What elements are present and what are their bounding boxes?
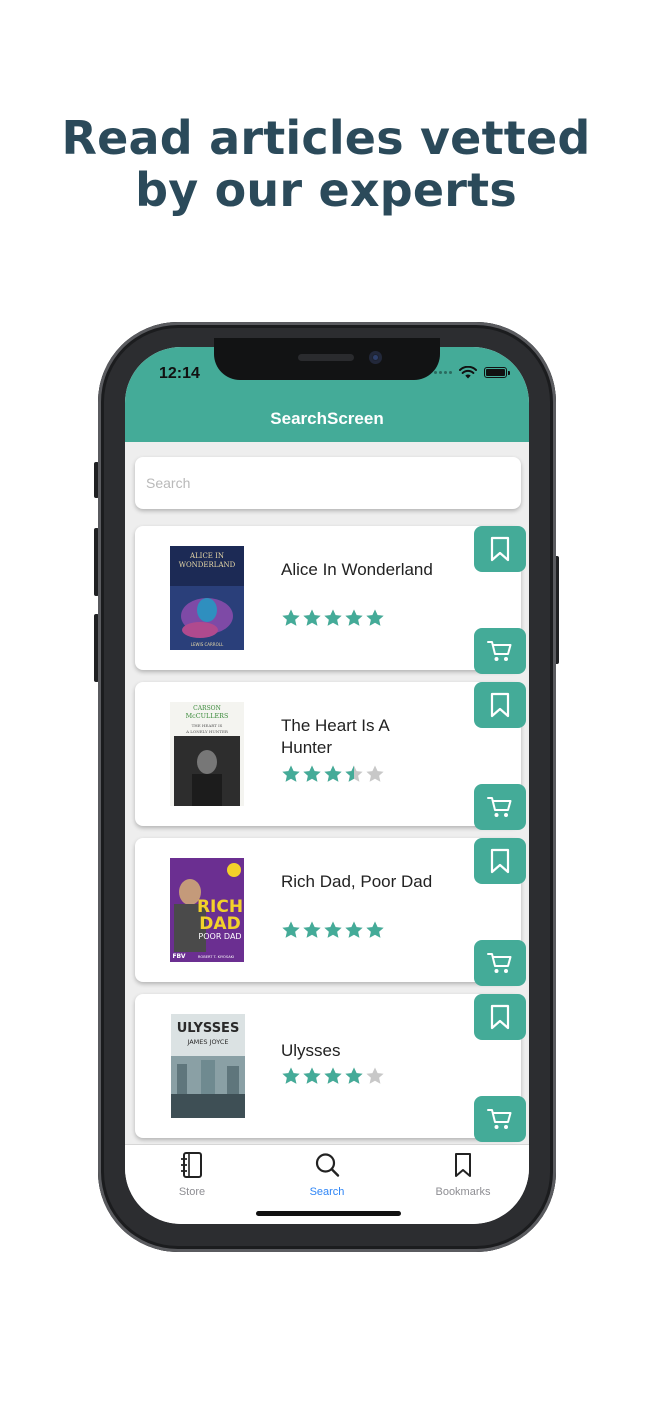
battery-icon: [484, 367, 510, 378]
search-results[interactable]: ALICE IN WONDERLAND LEWIS CARROLL Alice …: [125, 442, 529, 1144]
star-rating: [281, 764, 385, 784]
add-to-cart-button[interactable]: [474, 784, 526, 830]
svg-text:LEWIS CARROLL: LEWIS CARROLL: [191, 642, 224, 647]
screen-title: SearchScreen: [270, 409, 384, 428]
book-cover-ulysses[interactable]: ULYSSES JAMES JOYCE: [168, 1014, 248, 1118]
svg-text:ALICE IN: ALICE IN: [189, 552, 224, 560]
search-bar: [135, 457, 521, 509]
star-filled-icon: [303, 609, 321, 626]
star-filled-icon: [303, 1067, 321, 1084]
star-filled-icon: [282, 765, 300, 782]
book-card[interactable]: RICH DAD POOR DAD ROBERT T. KIYOSAKI FBV…: [135, 838, 526, 986]
svg-text:WONDERLAND: WONDERLAND: [179, 561, 236, 569]
star-rating: [281, 1066, 385, 1086]
star-rating: [281, 608, 385, 628]
bookmark-icon: [490, 536, 510, 562]
book-title: Alice In Wonderland: [281, 560, 433, 579]
notebook-icon: [181, 1152, 202, 1178]
bookmark-icon: [490, 848, 510, 874]
svg-text:FBV: FBV: [172, 953, 185, 960]
book-title: Rich Dad, Poor Dad: [281, 872, 433, 891]
book-cover-alice[interactable]: ALICE IN WONDERLAND LEWIS CARROLL: [170, 546, 244, 650]
star-filled-icon: [303, 765, 321, 782]
wifi-icon: [459, 366, 477, 379]
tab-bookmarks[interactable]: Bookmarks: [408, 1151, 518, 1198]
star-empty-icon: [366, 765, 384, 782]
star-filled-icon: [345, 609, 363, 626]
book-cover-heart-hunter[interactable]: CARSON McCULLERS THE HEART IS A LONELY H…: [170, 702, 244, 806]
cart-icon: [487, 641, 512, 661]
svg-text:McCULLERS: McCULLERS: [186, 712, 229, 720]
bookmark-button[interactable]: [474, 838, 526, 884]
search-icon: [315, 1153, 340, 1177]
svg-text:POOR DAD: POOR DAD: [198, 932, 241, 941]
cart-icon: [487, 1109, 512, 1129]
book-card[interactable]: CARSON McCULLERS THE HEART IS A LONELY H…: [135, 682, 526, 830]
bookmark-button[interactable]: [474, 526, 526, 572]
tab-store[interactable]: Store: [137, 1151, 247, 1198]
cart-icon: [487, 797, 512, 817]
phone-screen: 12:14 SearchScreen ALICE IN: [125, 347, 529, 1224]
star-filled-icon: [345, 921, 363, 938]
add-to-cart-button[interactable]: [474, 628, 526, 674]
status-icons: [434, 366, 510, 379]
star-filled-icon: [345, 1067, 363, 1084]
signal-icon: [434, 371, 452, 374]
tab-store-label: Store: [178, 1186, 206, 1198]
status-time: 12:14: [159, 365, 200, 382]
svg-text:A LONELY HUNTER: A LONELY HUNTER: [185, 729, 229, 734]
svg-text:CARSON: CARSON: [193, 705, 221, 712]
add-to-cart-button[interactable]: [474, 940, 526, 986]
star-filled-icon: [324, 1067, 342, 1084]
bookmark-button[interactable]: [474, 682, 526, 728]
add-to-cart-button[interactable]: [474, 1096, 526, 1142]
book-card[interactable]: ULYSSES JAMES JOYCE Ulysses: [135, 994, 526, 1142]
star-filled-icon: [282, 921, 300, 938]
headline-line-1: Read articles vetted: [61, 111, 591, 165]
star-filled-icon: [324, 609, 342, 626]
headline: Read articles vetted by our experts: [0, 112, 652, 216]
star-half-icon: [345, 765, 363, 782]
svg-text:ULYSSES: ULYSSES: [177, 1021, 240, 1036]
bookmark-icon: [490, 692, 510, 718]
svg-text:DAD: DAD: [199, 914, 240, 934]
star-filled-icon: [366, 921, 384, 938]
star-filled-icon: [282, 1067, 300, 1084]
svg-text:JAMES JOYCE: JAMES JOYCE: [186, 1038, 228, 1046]
home-indicator: [256, 1211, 401, 1216]
star-filled-icon: [282, 609, 300, 626]
search-input[interactable]: [135, 457, 506, 509]
headline-line-2: by our experts: [135, 163, 517, 217]
star-rating: [281, 920, 385, 940]
svg-text:ROBERT T. KIYOSAKI: ROBERT T. KIYOSAKI: [198, 955, 234, 959]
svg-text:THE HEART IS: THE HEART IS: [192, 723, 223, 728]
star-filled-icon: [366, 609, 384, 626]
star-empty-icon: [366, 1067, 384, 1084]
speaker-grille: [298, 354, 354, 361]
cart-icon: [487, 953, 512, 973]
star-filled-icon: [324, 921, 342, 938]
bookmark-icon: [490, 1004, 510, 1030]
bookmark-button[interactable]: [474, 994, 526, 1040]
tab-search[interactable]: Search: [272, 1151, 382, 1198]
book-title: The Heart Is A Hunter: [281, 716, 389, 757]
star-filled-icon: [303, 921, 321, 938]
book-card[interactable]: ALICE IN WONDERLAND LEWIS CARROLL Alice …: [135, 526, 526, 674]
tab-search-label: Search: [309, 1186, 345, 1198]
book-title: Ulysses: [281, 1041, 341, 1060]
bookmark-icon: [455, 1153, 471, 1177]
tab-bookmarks-label: Bookmarks: [435, 1186, 491, 1198]
camera-icon: [369, 351, 382, 364]
star-filled-icon: [324, 765, 342, 782]
book-cover-rich-dad[interactable]: RICH DAD POOR DAD ROBERT T. KIYOSAKI FBV: [170, 858, 244, 962]
